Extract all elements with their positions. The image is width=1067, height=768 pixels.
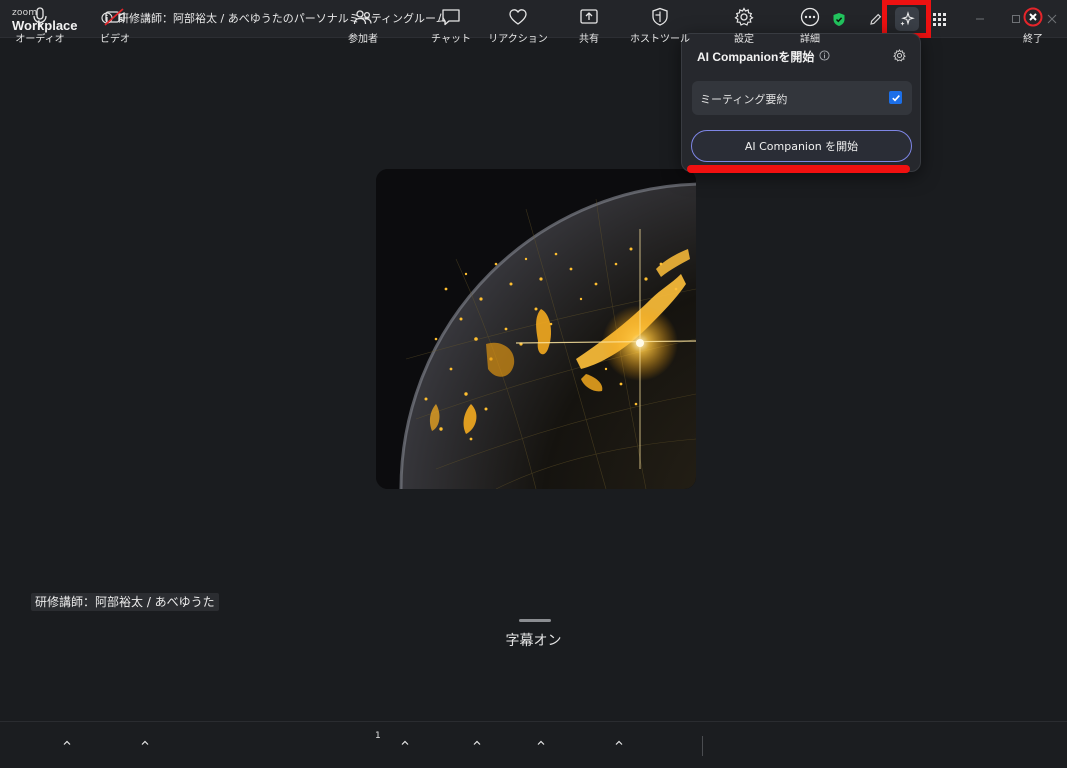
participants-count-badge: 1 xyxy=(375,731,381,741)
reactions-label: リアクション xyxy=(488,34,548,45)
ai-panel-title-text: AI Companionを開始 xyxy=(697,50,815,64)
start-ai-companion-button[interactable]: AI Companion を開始 xyxy=(691,130,912,162)
share-label: 共有 xyxy=(579,34,599,45)
audio-button[interactable]: オーディオ xyxy=(8,6,72,46)
host-tools-shield-icon xyxy=(652,7,668,26)
end-meeting-button[interactable]: 終了 xyxy=(1001,6,1065,46)
more-dots-icon xyxy=(800,7,820,27)
participant-video-tile xyxy=(376,169,696,489)
end-call-icon xyxy=(1023,7,1043,27)
participants-icon xyxy=(353,10,372,25)
info-icon[interactable] xyxy=(819,49,830,64)
share-options-chevron-up-icon[interactable] xyxy=(614,733,624,745)
share-screen-icon xyxy=(580,9,598,24)
meeting-toolbar xyxy=(0,721,1067,768)
captions-drag-handle[interactable] xyxy=(519,619,551,622)
participant-name-label: 研修講師：阿部裕太 / あべゆうた xyxy=(31,593,219,611)
audio-options-chevron-up-icon[interactable] xyxy=(62,733,72,745)
settings-button[interactable]: 設定 xyxy=(712,6,776,46)
more-button[interactable]: 詳細 xyxy=(778,6,842,46)
settings-label: 設定 xyxy=(734,34,754,45)
toolbar-divider xyxy=(702,736,703,756)
captions-text: 字幕オン xyxy=(505,633,562,649)
microphone-icon xyxy=(33,7,47,26)
chat-label: チャット xyxy=(431,34,471,45)
video-off-icon xyxy=(104,8,125,26)
reactions-button[interactable]: リアクション xyxy=(486,6,550,46)
start-button-highlight-underline xyxy=(687,165,910,173)
ai-panel-title: AI Companionを開始 xyxy=(697,48,830,65)
host-tools-label: ホストツール xyxy=(630,34,690,45)
heart-icon xyxy=(509,9,527,25)
video-button[interactable]: ビデオ xyxy=(83,6,147,46)
gear-icon xyxy=(734,7,754,26)
reactions-options-chevron-up-icon[interactable] xyxy=(536,733,546,745)
edit-pen-icon[interactable] xyxy=(863,7,887,31)
meeting-title-text: 研修講師：阿部裕太 / あべゆうたのパーソナルミーティングルーム xyxy=(118,12,447,25)
ai-companion-panel: AI Companionを開始 ミーティング要約 AI Companion を開… xyxy=(681,33,921,172)
meeting-summary-label: ミーティング要約 xyxy=(700,93,788,106)
apps-grid-icon[interactable] xyxy=(927,7,951,31)
gear-icon[interactable] xyxy=(893,47,906,66)
participants-label: 参加者 xyxy=(348,34,378,45)
video-options-chevron-up-icon[interactable] xyxy=(140,733,150,745)
more-label: 詳細 xyxy=(800,34,820,45)
participants-button[interactable]: 参加者 xyxy=(331,6,395,46)
ai-companion-sparkle-icon[interactable] xyxy=(895,7,919,31)
share-button[interactable]: 共有 xyxy=(557,6,621,46)
video-label: ビデオ xyxy=(100,34,130,45)
chat-button[interactable]: チャット xyxy=(419,6,483,46)
chat-options-chevron-up-icon[interactable] xyxy=(472,733,482,745)
meeting-summary-option[interactable]: ミーティング要約 xyxy=(692,81,912,115)
audio-label: オーディオ xyxy=(15,34,65,45)
globe-night-lights-image xyxy=(376,169,696,489)
meeting-summary-checkbox[interactable] xyxy=(889,91,902,104)
end-label: 終了 xyxy=(1023,34,1043,45)
host-tools-button[interactable]: ホストツール xyxy=(628,6,692,46)
minimize-icon[interactable] xyxy=(973,12,987,26)
participants-options-chevron-up-icon[interactable] xyxy=(400,733,410,745)
chat-bubble-icon xyxy=(442,9,460,26)
